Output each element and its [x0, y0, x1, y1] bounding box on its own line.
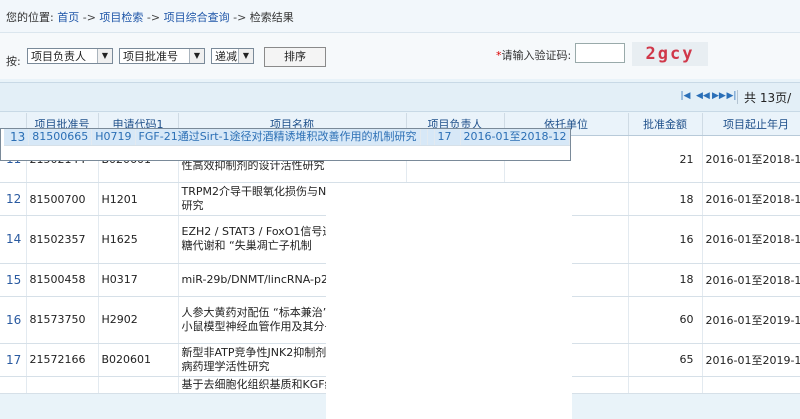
first-page-icon[interactable]: |◀	[680, 91, 691, 102]
captcha-input[interactable]	[575, 43, 625, 63]
sort-field-2-value: 项目批准号	[123, 50, 178, 63]
sort-field-1-value: 项目负责人	[31, 50, 86, 63]
approval-no	[26, 376, 99, 394]
apply-code: H1625	[98, 216, 179, 264]
apply-code: H0719	[91, 129, 136, 146]
captcha-image[interactable]: 2gcy	[632, 42, 708, 66]
row-index: 12	[0, 182, 27, 216]
apply-code: B020601	[98, 343, 179, 377]
leader	[420, 129, 428, 146]
captcha-label-text: 请输入验证码:	[501, 49, 572, 62]
period: 2016-01至2018-12	[702, 135, 800, 183]
period: 2016-01至2018-12	[702, 216, 800, 264]
breadcrumb-home-link[interactable]: 首页	[57, 11, 79, 24]
approval-no: 81500458	[26, 263, 99, 297]
apply-code: H0317	[98, 263, 179, 297]
sort-by-label: 按:	[6, 55, 21, 68]
next-page-icon[interactable]: ▶▶	[712, 91, 726, 102]
sort-order-select[interactable]: 递减 ▼	[211, 48, 254, 64]
period: 2016-01至2018-12	[460, 129, 571, 146]
breadcrumb-current: 检索结果	[249, 11, 294, 24]
amount	[628, 376, 703, 394]
approval-no: 81502357	[26, 216, 99, 264]
project-name-link[interactable]: FGF-21通过Sirt-1途径对酒精诱堆积改善作用的机制研究	[135, 129, 421, 146]
header-amount[interactable]: 批准金额	[628, 113, 703, 136]
amount: 18	[628, 263, 703, 297]
sort-field-1-select[interactable]: 项目负责人 ▼	[27, 48, 113, 64]
period: 2016-01至2019-12	[702, 296, 800, 344]
amount: 60	[628, 296, 703, 344]
approval-no: 81573750	[26, 296, 99, 344]
redacted-overlay	[326, 183, 572, 419]
breadcrumb-prefix: 您的位置:	[6, 11, 54, 24]
period: 2016-01至2018-12	[702, 263, 800, 297]
amount: 16	[628, 216, 703, 264]
page-count: 共 13页/	[744, 91, 792, 105]
approval-no: 21572166	[26, 343, 99, 377]
breadcrumb-separator: ->	[233, 11, 247, 24]
row-index: 17	[0, 343, 27, 377]
prev-page-icon[interactable]: ◀◀	[696, 91, 710, 102]
last-page-icon[interactable]: ▶|	[726, 91, 737, 102]
sort-button[interactable]: 排序	[264, 47, 326, 67]
amount: 65	[628, 343, 703, 377]
pager-divider	[737, 90, 738, 104]
approval-no: 81500665	[28, 129, 93, 146]
breadcrumb: 您的位置: 首页 -> 项目检索 -> 项目综合查询 -> 检索结果	[6, 9, 294, 25]
row-index: 13	[4, 129, 30, 146]
approval-no: 81500700	[26, 182, 99, 216]
period: 2016-01至2019-12	[702, 343, 800, 377]
captcha-label: *请输入验证码:	[496, 47, 571, 63]
apply-code: H2902	[98, 296, 179, 344]
header-period[interactable]: 项目起止年月	[702, 113, 800, 136]
apply-code: H1201	[98, 182, 179, 216]
amount: 17	[434, 129, 461, 146]
amount: 18	[628, 182, 703, 216]
apply-code	[98, 376, 179, 394]
institution	[427, 129, 435, 146]
pager-bar: |◀ ◀◀ ▶▶ ▶| 共 13页/	[0, 82, 800, 112]
amount: 21	[628, 135, 703, 183]
table-row-selected[interactable]: 13 81500665 H0719 FGF-21通过Sirt-1途径对酒精诱堆积…	[0, 128, 572, 161]
sort-order-value: 递减	[215, 50, 237, 63]
period: 2016-01至2018-12	[702, 182, 800, 216]
breadcrumb-separator: ->	[146, 11, 161, 24]
search-bar: 按: 项目负责人 ▼ 项目批准号 ▼ 递减 ▼ 排序 *请输入验证码: 2gcy	[0, 33, 800, 79]
row-index: 16	[0, 296, 27, 344]
sort-field-2-select[interactable]: 项目批准号 ▼	[119, 48, 205, 64]
breadcrumb-search-link[interactable]: 项目检索	[99, 11, 143, 24]
chevron-down-icon: ▼	[97, 49, 112, 63]
chevron-down-icon: ▼	[238, 49, 253, 63]
period	[702, 376, 800, 394]
breadcrumb-bar: 您的位置: 首页 -> 项目检索 -> 项目综合查询 -> 检索结果	[0, 0, 800, 33]
breadcrumb-separator: ->	[82, 11, 96, 24]
row-index: 14	[0, 216, 27, 264]
breadcrumb-combined-link[interactable]: 项目综合查询	[164, 11, 230, 24]
chevron-down-icon: ▼	[189, 49, 204, 63]
row-index	[0, 376, 27, 394]
row-index: 15	[0, 263, 27, 297]
